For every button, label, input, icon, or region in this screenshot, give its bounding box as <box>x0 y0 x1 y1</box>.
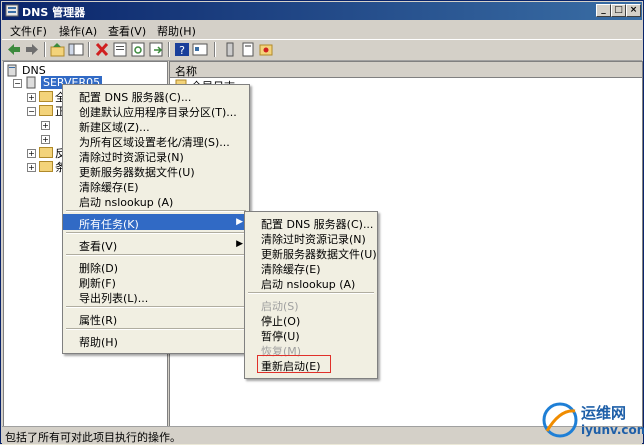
submenu-item-stop[interactable]: 停止(O) <box>245 311 377 328</box>
menu-item-configure-dns[interactable]: 配置 DNS 服务器(C)... <box>63 87 249 104</box>
export-icon[interactable] <box>148 42 164 57</box>
title-bar: DNS 管理器 _ □ × <box>2 2 642 20</box>
menu-item-refresh[interactable]: 刷新(F) <box>63 273 249 290</box>
expander-child2[interactable]: − <box>27 107 36 116</box>
menu-item-help[interactable]: 帮助(H) <box>63 332 249 349</box>
menu-separator <box>66 328 246 330</box>
dns-manager-window: DNS 管理器 _ □ × 文件(F) 操作(A) 查看(V) 帮助(H) ? … <box>0 0 644 444</box>
submenu-item-pause[interactable]: 暂停(U) <box>245 326 377 343</box>
watermark-text: 运维网 <box>581 404 627 422</box>
folder-icon <box>39 91 53 102</box>
delete-icon[interactable] <box>94 42 110 57</box>
menu-separator <box>66 306 246 308</box>
menu-item-scavenge[interactable]: 清除过时资源记录(N) <box>63 147 249 164</box>
server-icon <box>26 76 36 89</box>
menu-separator <box>248 292 374 294</box>
window-title: DNS 管理器 <box>22 6 86 19</box>
column-header-name[interactable]: 名称 <box>170 62 642 78</box>
column-header-label: 名称 <box>175 65 197 78</box>
menu-bar: 文件(F) 操作(A) 查看(V) 帮助(H) <box>2 20 642 38</box>
show-tree-icon[interactable] <box>68 42 84 57</box>
menu-file[interactable]: 文件(F) <box>10 23 47 39</box>
submenu-arrow-icon: ▶ <box>236 217 243 227</box>
menu-separator <box>66 210 246 212</box>
minimize-button[interactable]: _ <box>596 4 611 17</box>
menu-item-new-zone[interactable]: 新建区域(Z)... <box>63 117 249 134</box>
menu-item-clear-cache[interactable]: 清除缓存(E) <box>63 177 249 194</box>
menu-help[interactable]: 帮助(H) <box>157 23 196 39</box>
menu-separator <box>66 232 246 234</box>
submenu-arrow-icon: ▶ <box>236 239 243 249</box>
expander-child1[interactable]: + <box>27 93 36 102</box>
submenu-item-configure-dns[interactable]: 配置 DNS 服务器(C)... <box>245 214 377 231</box>
server-icon[interactable] <box>222 42 238 57</box>
zone-icon[interactable] <box>240 42 256 57</box>
back-icon[interactable] <box>6 42 22 57</box>
menu-item-all-tasks[interactable]: 所有任务(K) ▶ <box>63 214 249 231</box>
context-menu: 配置 DNS 服务器(C)... 创建默认应用程序目录分区(T)... 新建区域… <box>62 84 250 354</box>
expander-child3[interactable]: + <box>41 121 50 130</box>
refresh-icon[interactable] <box>130 42 146 57</box>
properties-icon[interactable] <box>112 42 128 57</box>
toolbar: ? <box>2 39 642 61</box>
watermark-url: iyunv.com <box>581 423 644 437</box>
menu-action[interactable]: 操作(A) <box>59 23 97 39</box>
expander-child4[interactable]: + <box>41 135 50 144</box>
maximize-button[interactable]: □ <box>611 4 626 17</box>
menu-item-create-default-partition[interactable]: 创建默认应用程序目录分区(T)... <box>63 102 249 119</box>
dns-app-icon <box>5 4 19 17</box>
menu-view[interactable]: 查看(V) <box>108 23 146 39</box>
close-button[interactable]: × <box>626 4 641 17</box>
folder-icon <box>39 147 53 158</box>
menu-item-delete[interactable]: 删除(D) <box>63 258 249 275</box>
expander-server[interactable]: − <box>13 79 22 88</box>
up-folder-icon[interactable] <box>50 42 66 57</box>
status-text: 包括了所有可对此项目执行的操作。 <box>5 431 181 444</box>
record-icon[interactable] <box>258 42 274 57</box>
menu-item-launch-nslookup[interactable]: 启动 nslookup (A) <box>63 192 249 209</box>
watermark: 运维网 iyunv.com <box>541 399 644 443</box>
help-icon[interactable]: ? <box>174 42 190 57</box>
submenu-item-start: 启动(S) <box>261 300 299 313</box>
menu-item-export-list[interactable]: 导出列表(L)... <box>63 288 249 305</box>
menu-separator <box>66 254 246 256</box>
menu-item-properties[interactable]: 属性(R) <box>63 310 249 327</box>
folder-icon <box>39 105 53 116</box>
console-icon[interactable] <box>192 42 208 57</box>
all-tasks-submenu: 配置 DNS 服务器(C)... 清除过时资源记录(N) 更新服务器数据文件(U… <box>244 211 378 379</box>
submenu-item-update-data-files[interactable]: 更新服务器数据文件(U) <box>245 244 377 261</box>
menu-item-update-data-files[interactable]: 更新服务器数据文件(U) <box>63 162 249 179</box>
dns-root-icon <box>7 64 17 77</box>
watermark-logo-icon <box>542 402 578 438</box>
forward-icon[interactable] <box>24 42 40 57</box>
expander-child5[interactable]: + <box>27 149 36 158</box>
folder-icon <box>39 161 53 172</box>
submenu-item-clear-cache[interactable]: 清除缓存(E) <box>245 259 377 276</box>
menu-item-set-aging[interactable]: 为所有区域设置老化/清理(S)... <box>63 132 249 149</box>
menu-item-view[interactable]: 查看(V) ▶ <box>63 236 249 253</box>
submenu-item-launch-nslookup[interactable]: 启动 nslookup (A) <box>245 274 377 291</box>
restart-highlight-box <box>257 355 331 373</box>
expander-child6[interactable]: + <box>27 163 36 172</box>
submenu-item-scavenge[interactable]: 清除过时资源记录(N) <box>245 229 377 246</box>
svg-text:?: ? <box>179 44 185 57</box>
